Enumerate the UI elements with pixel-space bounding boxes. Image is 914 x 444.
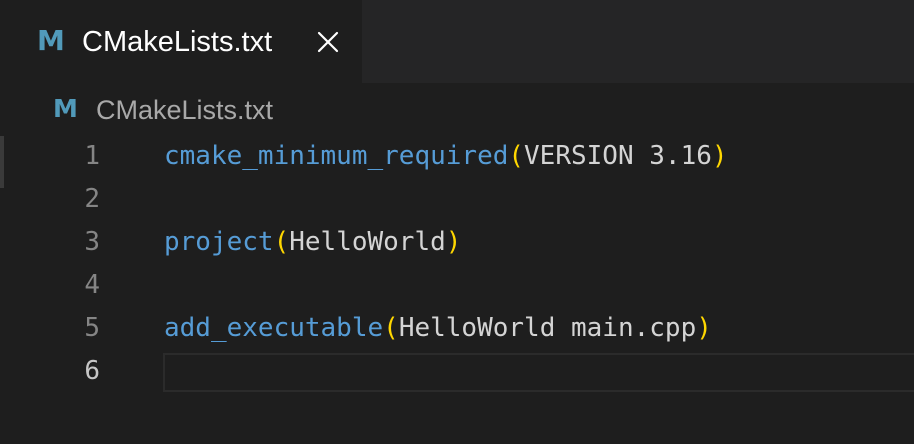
line-number: 5 [84, 313, 100, 343]
code-text: project(HelloWorld) [164, 221, 461, 264]
code-line[interactable]: 6 [0, 350, 914, 393]
line-number: 3 [84, 227, 100, 257]
close-icon[interactable] [316, 30, 340, 54]
cmake-file-icon: M [53, 94, 78, 123]
tab-label: CMakeLists.txt [82, 26, 273, 58]
code-paren: ) [445, 227, 462, 257]
line-number: 4 [84, 270, 100, 300]
code-paren: ) [711, 141, 728, 171]
line-number: 6 [84, 356, 100, 386]
code-argument: HelloWorld [289, 227, 446, 257]
breadcrumb-item-file[interactable]: CMakeLists.txt [96, 93, 273, 127]
code-paren: ) [696, 313, 712, 343]
code-line[interactable]: 4 [0, 264, 914, 307]
line-number: 1 [84, 141, 100, 171]
cmake-file-icon: M [37, 24, 65, 57]
line-number: 2 [84, 184, 100, 214]
code-line[interactable]: 3 project(HelloWorld) [0, 221, 914, 264]
code-text: cmake_minimum_required(VERSION 3.16) [164, 135, 728, 178]
code-paren: ( [508, 141, 525, 171]
code-function: project [164, 227, 274, 257]
code-argument: HelloWorld main.cpp [398, 313, 697, 343]
tab-bar: M CMakeLists.txt [0, 0, 914, 83]
code-editor[interactable]: 1 cmake_minimum_required(VERSION 3.16) 2 3 p… [0, 135, 914, 444]
code-line[interactable]: 1 cmake_minimum_required(VERSION 3.16) [0, 135, 914, 178]
code-function: add_executable [164, 313, 384, 343]
code-function: cmake_minimum_required [164, 141, 509, 171]
code-line[interactable]: 5 add_executable(HelloWorld main.cpp) [0, 307, 914, 350]
tab-cmakelists[interactable]: M CMakeLists.txt [0, 0, 362, 83]
code-paren: ( [383, 313, 399, 343]
code-line[interactable]: 2 [0, 178, 914, 221]
code-paren: ( [273, 227, 290, 257]
code-argument: VERSION 3.16 [524, 141, 712, 171]
code-text: add_executable(HelloWorld main.cpp) [164, 307, 712, 350]
